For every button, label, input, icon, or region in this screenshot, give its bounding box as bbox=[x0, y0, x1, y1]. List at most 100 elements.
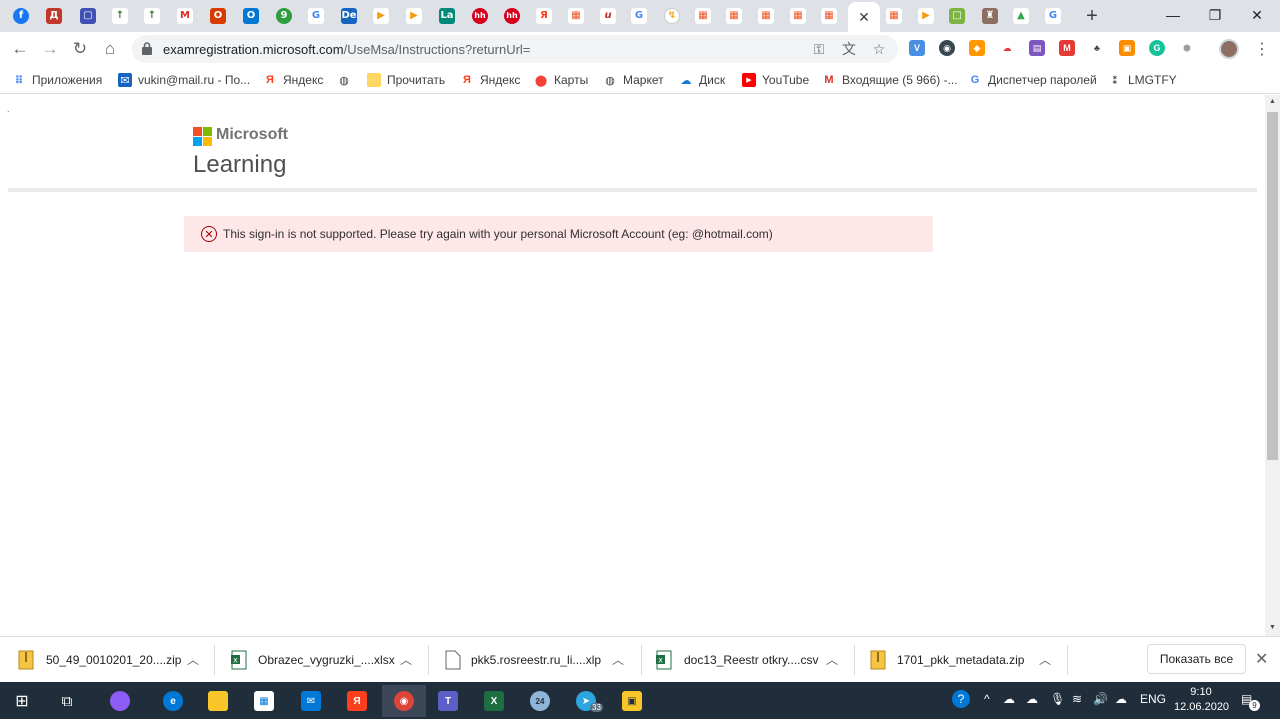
tab-outlook[interactable]: O bbox=[238, 3, 264, 29]
taskbar-photos[interactable]: ▣ bbox=[612, 685, 652, 717]
extension-club-icon[interactable]: ♣ bbox=[1089, 40, 1105, 56]
chevron-up-icon[interactable]: ︿ bbox=[826, 651, 838, 668]
taskbar-teams[interactable]: T bbox=[428, 685, 468, 717]
url-text[interactable]: examregistration.microsoft.com/UseMsa/In… bbox=[163, 42, 530, 57]
language-indicator[interactable]: ENG bbox=[1140, 692, 1166, 706]
download-item[interactable]: x Obrazec_vygruzki_....xlsx ︿ bbox=[214, 637, 428, 683]
extension-stack-icon[interactable]: ▤ bbox=[1029, 40, 1045, 56]
close-window-button[interactable]: ✕ bbox=[1234, 0, 1280, 30]
scroll-down-arrow-icon[interactable]: ▼ bbox=[1268, 624, 1277, 633]
chevron-up-icon[interactable]: ︿ bbox=[1039, 651, 1051, 668]
chevron-up-icon[interactable]: ︿ bbox=[612, 651, 624, 668]
tab-green[interactable]: □ bbox=[944, 3, 970, 29]
download-item[interactable]: x doc13_Reestr otkry....csv ︿ bbox=[641, 637, 854, 683]
taskbar-yandex[interactable]: Я bbox=[337, 685, 377, 717]
extension-v-icon[interactable]: V bbox=[909, 40, 925, 56]
tab-drive[interactable]: ▲ bbox=[1008, 3, 1034, 29]
onedrive-icon[interactable]: ☁ bbox=[1003, 692, 1015, 706]
start-button[interactable]: ⊞ bbox=[2, 685, 42, 717]
bookmark-globe[interactable]: ◍ bbox=[337, 71, 357, 89]
microphone-icon[interactable]: 🎙 bbox=[1050, 692, 1065, 706]
taskbar-alice[interactable] bbox=[100, 685, 140, 717]
microsoft-logo-icon[interactable] bbox=[193, 127, 212, 146]
chevron-up-icon[interactable]: ︿ bbox=[187, 651, 199, 668]
extension-circle-icon[interactable]: ◉ bbox=[939, 40, 955, 56]
help-icon[interactable]: ? bbox=[952, 690, 970, 708]
wifi-icon[interactable]: ≋ bbox=[1072, 692, 1082, 706]
download-item[interactable]: 1701_pkk_metadata.zip ︿ bbox=[854, 637, 1067, 683]
star-icon[interactable]: ☆ bbox=[870, 40, 888, 58]
notifications-icon[interactable]: ▤ 9 bbox=[1241, 692, 1260, 711]
restore-button[interactable]: ❐ bbox=[1192, 0, 1238, 30]
download-item[interactable]: pkk5.rosreestr.ru_li....xlp ︿ bbox=[428, 637, 641, 683]
taskbar-excel[interactable]: X bbox=[474, 685, 514, 717]
tab-la[interactable]: La bbox=[434, 3, 460, 29]
tab-de[interactable]: De bbox=[336, 3, 362, 29]
new-tab-button[interactable]: + bbox=[1080, 4, 1104, 28]
taskbar-store[interactable]: ▦ bbox=[244, 685, 284, 717]
tab-hh-1[interactable]: hh bbox=[467, 3, 493, 29]
forward-button[interactable]: → bbox=[38, 37, 62, 61]
reload-button[interactable]: ↻ bbox=[68, 37, 92, 61]
tab-nine[interactable]: 9 bbox=[271, 3, 297, 29]
close-icon[interactable]: ✕ bbox=[858, 9, 870, 26]
extension-grid-icon[interactable]: ▣ bbox=[1119, 40, 1135, 56]
clock[interactable]: 9:10 12.06.2020 bbox=[1174, 685, 1229, 715]
bookmark-yandex-1[interactable]: Я Яндекс bbox=[263, 71, 323, 89]
taskbar-explorer[interactable] bbox=[198, 685, 238, 717]
tab-u[interactable]: u bbox=[595, 3, 621, 29]
tab-active-close[interactable]: ✕ bbox=[848, 2, 880, 32]
scroll-up-arrow-icon[interactable]: ▲ bbox=[1268, 98, 1277, 107]
tab-google-2[interactable]: G bbox=[626, 3, 652, 29]
task-view-button[interactable]: ⧉ bbox=[47, 685, 87, 717]
tab-google-3[interactable]: G bbox=[1040, 3, 1066, 29]
tab-gosuslugi[interactable]: Д bbox=[41, 3, 67, 29]
chevron-up-icon[interactable]: ^ bbox=[984, 692, 990, 706]
bookmark-lmgtfy[interactable]: ⁑ LMGTFY bbox=[1108, 71, 1177, 89]
tab-ms-4[interactable]: ▦ bbox=[753, 3, 779, 29]
bookmark-disk[interactable]: ☁ Диск bbox=[679, 71, 726, 89]
cloud-icon[interactable]: ☁ bbox=[999, 40, 1015, 56]
tab-ms-3[interactable]: ▦ bbox=[721, 3, 747, 29]
download-item[interactable]: 50_49_0010201_20....zip ︿ bbox=[0, 637, 214, 683]
profile-avatar[interactable] bbox=[1219, 39, 1239, 59]
tab-emblem[interactable]: ♜ bbox=[977, 3, 1003, 29]
tab-ms-1[interactable]: ▦ bbox=[563, 3, 589, 29]
tab-play-2[interactable]: ▶ bbox=[401, 3, 427, 29]
translate-icon[interactable]: 文 bbox=[840, 40, 858, 58]
bookmark-read[interactable]: Прочитать bbox=[367, 71, 445, 89]
tab-ms-7[interactable]: ▦ bbox=[881, 3, 907, 29]
taskbar-edge[interactable]: e bbox=[153, 685, 193, 717]
bookmark-apps[interactable]: ⠿ Приложения bbox=[12, 71, 103, 89]
bookmark-market[interactable]: ◍ Маркет bbox=[603, 71, 663, 89]
chevron-up-icon[interactable]: ︿ bbox=[400, 651, 412, 668]
home-button[interactable]: ⌂ bbox=[98, 37, 122, 61]
scroll-thumb[interactable] bbox=[1267, 112, 1278, 460]
tab-arrow-2[interactable]: ↑ bbox=[139, 3, 165, 29]
tab-messenger[interactable]: ▢ bbox=[75, 3, 101, 29]
page-scrollbar[interactable]: ▲ ▼ bbox=[1265, 95, 1280, 636]
tab-facebook[interactable]: f bbox=[8, 3, 34, 29]
shield-icon[interactable]: ⬢ bbox=[1179, 40, 1195, 56]
taskbar-telegram[interactable]: ➤ 33 bbox=[566, 685, 606, 717]
tab-ms-6[interactable]: ▦ bbox=[816, 3, 842, 29]
tab-gmail[interactable]: M bbox=[172, 3, 198, 29]
show-all-button[interactable]: Показать все bbox=[1147, 644, 1246, 674]
minimize-button[interactable]: — bbox=[1150, 0, 1196, 30]
bookmark-gmail[interactable]: M Входящие (5 966) -... bbox=[822, 71, 957, 89]
bookmark-maps[interactable]: ⬤ Карты bbox=[534, 71, 588, 89]
bookmark-youtube[interactable]: ▶ YouTube bbox=[742, 71, 809, 89]
tab-lightning[interactable]: ↯ bbox=[659, 3, 685, 29]
menu-button[interactable]: ⋮ bbox=[1252, 39, 1272, 59]
tab-play-1[interactable]: ▶ bbox=[368, 3, 394, 29]
tab-yandex[interactable]: Я bbox=[531, 3, 557, 29]
key-icon[interactable]: ⚿ bbox=[810, 40, 828, 58]
tab-hh-2[interactable]: hh bbox=[499, 3, 525, 29]
cloud-sync-icon[interactable]: ☁ bbox=[1115, 692, 1127, 706]
taskbar-mail[interactable]: ✉ bbox=[291, 685, 331, 717]
tab-office[interactable]: О bbox=[205, 3, 231, 29]
close-icon[interactable]: ✕ bbox=[1255, 649, 1268, 669]
volume-icon[interactable]: 🔊 bbox=[1093, 692, 1108, 706]
cloud-icon[interactable]: ☁ bbox=[1026, 692, 1038, 706]
back-button[interactable]: ← bbox=[8, 37, 32, 61]
